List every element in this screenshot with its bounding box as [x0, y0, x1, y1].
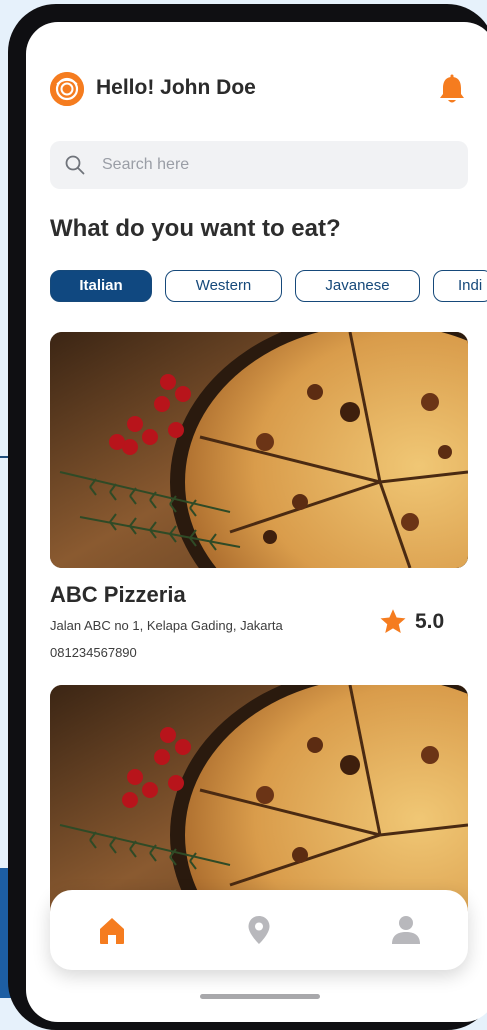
restaurant-card[interactable]: ABC Pizzeria Jalan ABC no 1, Kelapa Gadi…	[50, 332, 468, 672]
profile-icon[interactable]	[388, 912, 424, 948]
section-title: What do you want to eat?	[50, 215, 341, 242]
app-screen: Hello! John Doe What do you want to eat?…	[26, 22, 487, 1022]
header: Hello! John Doe	[50, 70, 487, 110]
location-pin-icon[interactable]	[241, 912, 277, 948]
pizza-photo	[50, 332, 468, 568]
rating: 5.0	[378, 606, 468, 638]
home-indicator[interactable]	[200, 994, 320, 999]
restaurant-name: ABC Pizzeria	[50, 582, 186, 607]
star-icon	[380, 609, 406, 633]
category-chip-italian[interactable]: Italian	[50, 270, 152, 302]
restaurant-phone: 081234567890	[50, 645, 137, 660]
pizza-photo	[50, 685, 468, 921]
rating-value: 5.0	[415, 610, 445, 633]
restaurant-address: Jalan ABC no 1, Kelapa Gading, Jakarta	[50, 618, 283, 633]
category-chips: Italian Western Javanese Indi	[50, 270, 487, 302]
category-chip-indi[interactable]: Indi	[433, 270, 487, 302]
bell-icon[interactable]	[434, 72, 470, 108]
restaurant-card[interactable]	[50, 685, 468, 921]
category-chip-javanese[interactable]: Javanese	[295, 270, 420, 302]
search-bar[interactable]	[50, 141, 468, 189]
category-chip-western[interactable]: Western	[165, 270, 282, 302]
search-input[interactable]	[102, 151, 452, 179]
search-icon	[65, 155, 85, 175]
bottom-nav	[50, 890, 468, 970]
home-icon[interactable]	[94, 912, 130, 948]
greeting-text: Hello! John Doe	[96, 76, 256, 99]
bowl-logo-icon	[50, 72, 84, 106]
